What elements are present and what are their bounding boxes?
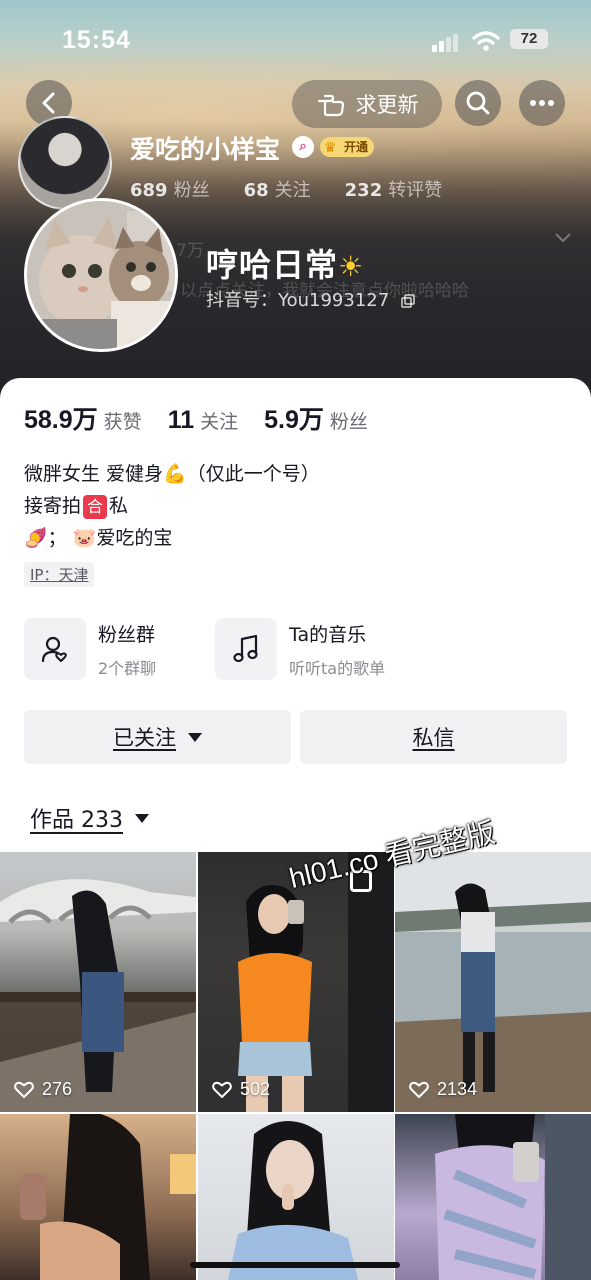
fan-group-sub: 2个群聊: [98, 658, 157, 678]
message-button[interactable]: 私信: [300, 710, 567, 764]
like-count: 502: [212, 1079, 270, 1100]
copy-icon[interactable]: [401, 294, 415, 308]
profile-stats: 58.9万 获赞 11 关注 5.9万 粉丝: [24, 400, 394, 436]
home-indicator: [190, 1262, 400, 1268]
video-thumbnail[interactable]: [198, 1114, 394, 1280]
cats-photo: [27, 201, 175, 349]
stat-following[interactable]: 11 关注: [168, 406, 238, 435]
vip-badge[interactable]: ♛ 开通: [320, 137, 375, 157]
like-count: 2134: [409, 1079, 477, 1100]
video-grid: 276 502 2134: [0, 852, 591, 1280]
video-thumbnail[interactable]: 276: [0, 852, 196, 1112]
music-sub: 听听ta的歌单: [289, 658, 386, 678]
video-thumbnail-image: [20, 1114, 196, 1280]
more-dots-icon: [530, 100, 554, 106]
stat-fans[interactable]: 5.9万 粉丝: [264, 400, 368, 436]
compact-stat-fans: 689 粉丝: [130, 180, 210, 201]
video-thumbnail[interactable]: 2134: [395, 852, 591, 1112]
battery-indicator: 72: [510, 29, 548, 49]
search-icon: [466, 91, 490, 115]
chevron-left-icon: [42, 92, 55, 114]
more-button[interactable]: [519, 80, 565, 126]
fan-group-title: 粉丝群: [98, 623, 156, 646]
compact-nickname: 爱吃的小样宝: [130, 135, 281, 164]
crown-icon: ♛: [324, 140, 337, 156]
flexed-bicep-emoji: 💪: [163, 463, 187, 485]
bio-line-1: 微胖女生 爱健身💪（仅此一个号）: [24, 463, 320, 485]
like-count: 276: [14, 1079, 72, 1100]
he-badge-emoji: 合: [83, 495, 108, 519]
followed-button[interactable]: 已关注: [24, 710, 291, 764]
bio-line-3: 🍠； 🐷爱吃的宝: [24, 527, 173, 549]
status-bar: 15:54 72: [0, 22, 591, 58]
request-update-button[interactable]: 求更新: [292, 80, 442, 128]
video-thumbnail-image: [0, 879, 196, 1112]
heart-icon: [409, 1081, 429, 1098]
compact-stat-reposts: 232 转评赞: [344, 180, 443, 201]
status-time: 15:54: [62, 26, 131, 54]
video-thumbnail-image: [228, 1121, 358, 1280]
profile-nickname: 哼哈日常☀: [206, 246, 365, 284]
signal-icon: [432, 34, 460, 52]
vip-label: 开通: [344, 140, 369, 154]
compact-stat-following: 68 关注: [243, 180, 311, 201]
user-heart-icon: [41, 636, 67, 663]
profile-bio: 微胖女生 爱健身💪（仅此一个号） 接寄拍合私 🍠； 🐷爱吃的宝: [24, 458, 320, 554]
fan-group-icon-box: [24, 618, 86, 680]
compact-avatar[interactable]: [18, 116, 112, 210]
stat-likes[interactable]: 58.9万 获赞: [24, 400, 142, 436]
tab-works[interactable]: 作品 233: [30, 802, 149, 834]
caret-down-icon: [135, 813, 149, 823]
bio-line-2: 接寄拍合私: [24, 495, 129, 519]
video-thumbnail-image: [395, 852, 591, 1112]
music-entry[interactable]: Ta的音乐 听听ta的歌单: [215, 618, 385, 680]
ip-location-tag: IP：天津: [24, 562, 95, 587]
profile-avatar[interactable]: [24, 198, 178, 352]
followed-label: 已关注: [113, 726, 176, 750]
heart-icon: [14, 1081, 34, 1098]
pig-emoji: 🐷: [72, 527, 97, 549]
music-icon-box: [215, 618, 277, 680]
request-update-label: 求更新: [355, 93, 419, 117]
music-note-icon: [233, 634, 258, 663]
video-thumbnail[interactable]: [0, 1114, 196, 1280]
wifi-icon: [472, 31, 500, 51]
compact-stats: 689 粉丝 68 关注 232 转评赞: [130, 176, 442, 202]
fan-group-entry[interactable]: 粉丝群 2个群聊: [24, 618, 156, 680]
message-label: 私信: [412, 726, 455, 750]
video-thumbnail[interactable]: [395, 1114, 591, 1280]
chevron-down-icon[interactable]: [554, 232, 572, 244]
search-button[interactable]: [455, 80, 501, 126]
ghost-text-likes: 7万: [176, 241, 204, 261]
search-badge-icon: ⌕: [292, 136, 314, 158]
douyin-id[interactable]: 抖音号：You1993127: [206, 286, 415, 312]
pointing-hand-icon: [317, 94, 344, 117]
music-title: Ta的音乐: [289, 623, 367, 646]
caret-down-icon: [188, 732, 202, 742]
video-thumbnail-image: [435, 1114, 591, 1280]
heart-icon: [212, 1081, 232, 1098]
sun-emoji: ☀: [338, 250, 365, 283]
sweet-potato-emoji: 🍠: [24, 527, 48, 549]
